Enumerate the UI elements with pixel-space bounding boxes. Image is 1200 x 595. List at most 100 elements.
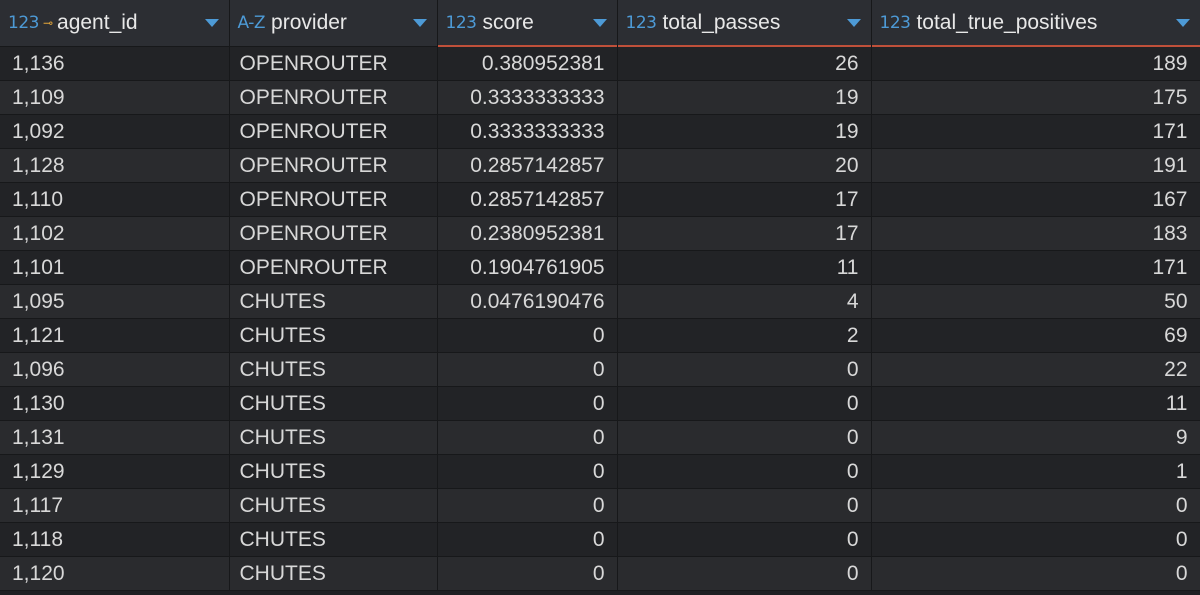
- table-row[interactable]: 1,110 OPENROUTER 0.2857142857 17 167: [0, 182, 1200, 217]
- cell-agent-id[interactable]: 1,102: [0, 216, 230, 251]
- table-row[interactable]: 1,102 OPENROUTER 0.2380952381 17 183: [0, 216, 1200, 251]
- cell-score[interactable]: 0.1904761905: [437, 250, 618, 285]
- sort-dropdown-icon[interactable]: [846, 19, 861, 27]
- table-row[interactable]: 1,121 CHUTES 0 2 69: [0, 318, 1200, 353]
- cell-agent-id[interactable]: 1,117: [0, 488, 230, 523]
- cell-score[interactable]: 0.3333333333: [437, 80, 618, 115]
- cell-score[interactable]: 0.380952381: [437, 46, 618, 81]
- cell-total-passes[interactable]: 19: [617, 114, 872, 149]
- cell-total-passes[interactable]: 19: [617, 80, 872, 115]
- cell-total-true-positives[interactable]: 0: [871, 556, 1200, 591]
- cell-provider[interactable]: CHUTES: [229, 454, 438, 489]
- cell-agent-id[interactable]: 1,092: [0, 114, 230, 149]
- cell-total-true-positives[interactable]: 50: [871, 284, 1200, 319]
- cell-total-true-positives[interactable]: 9: [871, 420, 1200, 455]
- cell-total-passes[interactable]: 0: [617, 556, 872, 591]
- cell-total-true-positives[interactable]: 183: [871, 216, 1200, 251]
- cell-total-true-positives[interactable]: 69: [871, 318, 1200, 353]
- cell-agent-id[interactable]: 1,096: [0, 352, 230, 387]
- table-row[interactable]: 1,117 CHUTES 0 0 0: [0, 488, 1200, 523]
- cell-provider[interactable]: CHUTES: [229, 420, 438, 455]
- column-header-agent-id[interactable]: 123 ⊸ agent_id: [0, 0, 230, 47]
- cell-total-true-positives[interactable]: 167: [871, 182, 1200, 217]
- table-row[interactable]: 1,109 OPENROUTER 0.3333333333 19 175: [0, 80, 1200, 115]
- column-header-total-passes[interactable]: 123 total_passes: [617, 0, 872, 47]
- cell-score[interactable]: 0: [437, 318, 618, 353]
- cell-total-true-positives[interactable]: 171: [871, 114, 1200, 149]
- cell-agent-id[interactable]: 1,136: [0, 46, 230, 81]
- cell-score[interactable]: 0: [437, 454, 618, 489]
- cell-agent-id[interactable]: 1,110: [0, 182, 230, 217]
- cell-total-passes[interactable]: 20: [617, 148, 872, 183]
- cell-provider[interactable]: CHUTES: [229, 318, 438, 353]
- sort-dropdown-icon[interactable]: [412, 19, 427, 27]
- table-row[interactable]: 1,131 CHUTES 0 0 9: [0, 420, 1200, 455]
- table-row[interactable]: 1,129 CHUTES 0 0 1: [0, 454, 1200, 489]
- cell-provider[interactable]: CHUTES: [229, 488, 438, 523]
- cell-total-passes[interactable]: 11: [617, 250, 872, 285]
- cell-agent-id[interactable]: 1,129: [0, 454, 230, 489]
- cell-score[interactable]: 0.3333333333: [437, 114, 618, 149]
- sort-dropdown-icon[interactable]: [204, 19, 219, 27]
- table-row[interactable]: 1,101 OPENROUTER 0.1904761905 11 171: [0, 250, 1200, 285]
- cell-provider[interactable]: OPENROUTER: [229, 182, 438, 217]
- cell-total-passes[interactable]: 0: [617, 454, 872, 489]
- table-row[interactable]: 1,118 CHUTES 0 0 0: [0, 522, 1200, 557]
- table-row[interactable]: 1,095 CHUTES 0.0476190476 4 50: [0, 284, 1200, 319]
- cell-score[interactable]: 0: [437, 352, 618, 387]
- table-row[interactable]: 1,130 CHUTES 0 0 11: [0, 386, 1200, 421]
- cell-score[interactable]: 0: [437, 488, 618, 523]
- cell-score[interactable]: 0: [437, 386, 618, 421]
- cell-agent-id[interactable]: 1,109: [0, 80, 230, 115]
- cell-agent-id[interactable]: 1,131: [0, 420, 230, 455]
- cell-score[interactable]: 0: [437, 420, 618, 455]
- cell-agent-id[interactable]: 1,118: [0, 522, 230, 557]
- column-header-provider[interactable]: A-Z provider: [229, 0, 438, 47]
- cell-total-passes[interactable]: 17: [617, 182, 872, 217]
- cell-score[interactable]: 0.2380952381: [437, 216, 618, 251]
- sort-dropdown-icon[interactable]: [592, 19, 607, 27]
- cell-provider[interactable]: CHUTES: [229, 386, 438, 421]
- cell-total-true-positives[interactable]: 1: [871, 454, 1200, 489]
- cell-agent-id[interactable]: 1,128: [0, 148, 230, 183]
- cell-agent-id[interactable]: 1,101: [0, 250, 230, 285]
- cell-provider[interactable]: CHUTES: [229, 284, 438, 319]
- cell-score[interactable]: 0: [437, 556, 618, 591]
- cell-total-passes[interactable]: 4: [617, 284, 872, 319]
- cell-total-true-positives[interactable]: 22: [871, 352, 1200, 387]
- cell-total-true-positives[interactable]: 175: [871, 80, 1200, 115]
- cell-agent-id[interactable]: 1,130: [0, 386, 230, 421]
- cell-provider[interactable]: OPENROUTER: [229, 114, 438, 149]
- cell-score[interactable]: 0.0476190476: [437, 284, 618, 319]
- cell-total-passes[interactable]: 26: [617, 46, 872, 81]
- cell-provider[interactable]: OPENROUTER: [229, 80, 438, 115]
- table-row[interactable]: 1,128 OPENROUTER 0.2857142857 20 191: [0, 148, 1200, 183]
- cell-total-true-positives[interactable]: 171: [871, 250, 1200, 285]
- cell-agent-id[interactable]: 1,120: [0, 556, 230, 591]
- table-row[interactable]: 1,136 OPENROUTER 0.380952381 26 189: [0, 46, 1200, 81]
- cell-total-passes[interactable]: 0: [617, 352, 872, 387]
- cell-total-passes[interactable]: 0: [617, 488, 872, 523]
- cell-total-true-positives[interactable]: 0: [871, 522, 1200, 557]
- cell-total-passes[interactable]: 0: [617, 420, 872, 455]
- table-row[interactable]: 1,120 CHUTES 0 0 0: [0, 556, 1200, 591]
- sort-dropdown-icon[interactable]: [1175, 19, 1190, 27]
- column-header-score[interactable]: 123 score: [437, 0, 618, 47]
- cell-total-passes[interactable]: 2: [617, 318, 872, 353]
- cell-agent-id[interactable]: 1,095: [0, 284, 230, 319]
- cell-agent-id[interactable]: 1,121: [0, 318, 230, 353]
- cell-total-passes[interactable]: 0: [617, 386, 872, 421]
- cell-score[interactable]: 0: [437, 522, 618, 557]
- table-row[interactable]: 1,092 OPENROUTER 0.3333333333 19 171: [0, 114, 1200, 149]
- cell-total-true-positives[interactable]: 0: [871, 488, 1200, 523]
- cell-provider[interactable]: CHUTES: [229, 556, 438, 591]
- table-row[interactable]: 1,096 CHUTES 0 0 22: [0, 352, 1200, 387]
- cell-total-true-positives[interactable]: 189: [871, 46, 1200, 81]
- cell-score[interactable]: 0.2857142857: [437, 148, 618, 183]
- cell-total-true-positives[interactable]: 191: [871, 148, 1200, 183]
- cell-total-true-positives[interactable]: 11: [871, 386, 1200, 421]
- cell-provider[interactable]: CHUTES: [229, 522, 438, 557]
- cell-provider[interactable]: OPENROUTER: [229, 46, 438, 81]
- cell-score[interactable]: 0.2857142857: [437, 182, 618, 217]
- cell-provider[interactable]: OPENROUTER: [229, 148, 438, 183]
